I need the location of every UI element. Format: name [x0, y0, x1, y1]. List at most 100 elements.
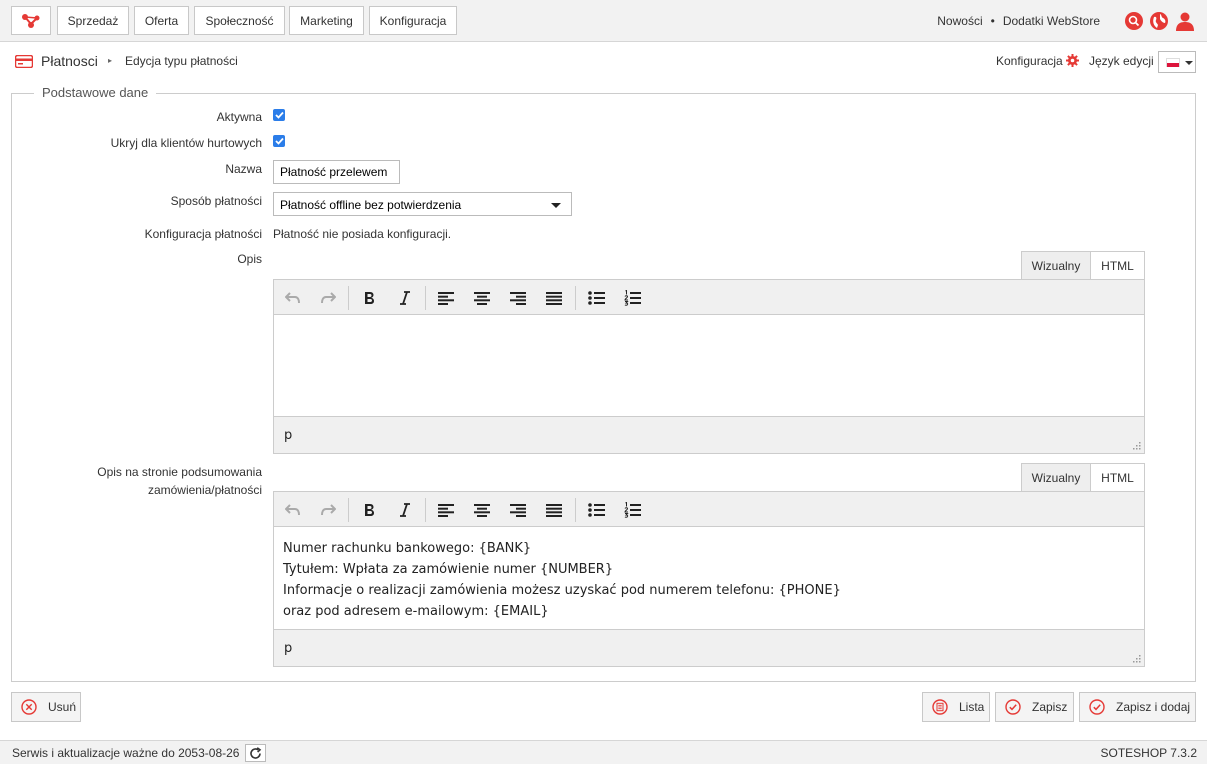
news-link[interactable]: Nowości	[937, 14, 982, 28]
payment-card-icon	[15, 55, 33, 68]
globe-icon[interactable]	[1149, 11, 1169, 31]
configuration-link[interactable]: Konfiguracja	[996, 54, 1063, 68]
refresh-icon	[250, 746, 262, 759]
summary-content[interactable]: Numer rachunku bankowego: {BANK} Tytułem…	[274, 528, 1144, 628]
toolbar-divider	[348, 286, 349, 310]
bold-button[interactable]	[359, 500, 379, 520]
active-checkbox[interactable]	[273, 109, 285, 121]
align-left-button[interactable]	[436, 500, 456, 520]
nav-community[interactable]: Społeczność	[194, 6, 285, 35]
save-and-add-button[interactable]: Zapisz i dodaj	[1079, 692, 1196, 722]
element-path[interactable]: p	[284, 428, 292, 443]
breadcrumb-section[interactable]: Płatnosci	[41, 53, 98, 69]
breadcrumb-current: Edycja typu płatności	[125, 54, 238, 68]
content-line: oraz pod adresem e-mailowym: {EMAIL}	[283, 604, 549, 619]
footer: Serwis i aktualizacje ważne do 2053-08-2…	[0, 740, 1207, 764]
align-center-button[interactable]	[472, 288, 492, 308]
numbered-list-button[interactable]	[622, 288, 642, 308]
payment-method-label: Sposób płatności	[170, 194, 262, 208]
element-path[interactable]: p	[284, 641, 292, 656]
toolbar-divider	[348, 498, 349, 522]
caret-down-icon	[551, 203, 561, 208]
numbered-list-button[interactable]	[622, 500, 642, 520]
payment-method-select[interactable]: Płatność offline bez potwierdzenia	[273, 192, 572, 216]
list-button[interactable]: Lista	[922, 692, 990, 722]
numbered-list-icon	[623, 290, 641, 306]
caret-down-icon	[1185, 61, 1193, 65]
undo-button[interactable]	[283, 500, 303, 520]
save-and-add-label: Zapisz i dodaj	[1116, 700, 1191, 714]
editor-statusbar: p	[274, 629, 1144, 666]
nav-configuration[interactable]: Konfiguracja	[369, 6, 457, 35]
toolbar-divider	[575, 498, 576, 522]
italic-icon	[400, 291, 410, 305]
description-editor: p	[273, 279, 1145, 454]
bold-button[interactable]	[359, 288, 379, 308]
editor-toolbar	[274, 280, 1144, 315]
tab-visual[interactable]: Wizualny	[1021, 251, 1091, 280]
italic-button[interactable]	[395, 500, 415, 520]
description-content[interactable]	[274, 316, 1144, 416]
name-input[interactable]	[273, 160, 400, 184]
list-icon	[932, 699, 948, 715]
editor-statusbar: p	[274, 416, 1144, 453]
align-justify-button[interactable]	[544, 288, 564, 308]
align-left-button[interactable]	[436, 288, 456, 308]
bullet-list-button[interactable]	[586, 500, 606, 520]
user-icon[interactable]	[1175, 11, 1195, 31]
summary-label-line: Opis na stronie podsumowania	[97, 465, 262, 479]
gear-icon[interactable]	[1066, 54, 1079, 67]
align-justify-button[interactable]	[544, 500, 564, 520]
tab-html[interactable]: HTML	[1090, 251, 1145, 280]
align-center-button[interactable]	[472, 500, 492, 520]
align-right-button[interactable]	[508, 500, 528, 520]
undo-icon	[285, 504, 300, 516]
bold-icon	[365, 292, 374, 304]
delete-label: Usuń	[48, 700, 77, 714]
redo-icon	[321, 292, 336, 304]
toolbar-divider	[425, 286, 426, 310]
bullet-list-button[interactable]	[586, 288, 606, 308]
align-right-icon	[510, 503, 526, 517]
addons-link[interactable]: Dodatki WebStore	[1003, 14, 1100, 28]
content-line: Informacje o realizacji zamówienia możes…	[283, 583, 841, 598]
numbered-list-icon	[623, 502, 641, 518]
undo-button[interactable]	[283, 288, 303, 308]
align-right-button[interactable]	[508, 288, 528, 308]
summary-label-line: zamówienia/płatności	[147, 483, 262, 497]
top-links: Nowości • Dodatki WebStore	[937, 14, 1100, 28]
logo-button[interactable]	[11, 6, 51, 35]
content-line: Numer rachunku bankowego: {BANK}	[283, 541, 532, 556]
redo-button[interactable]	[318, 288, 338, 308]
payment-config-label: Konfiguracja płatności	[144, 227, 262, 241]
list-label: Lista	[959, 700, 985, 714]
redo-button[interactable]	[318, 500, 338, 520]
breadcrumb-separator: ▸	[108, 56, 113, 65]
checkmark-circle-icon	[1005, 699, 1021, 715]
nav-sales[interactable]: Sprzedaż	[57, 6, 129, 35]
hide-wholesale-checkbox[interactable]	[273, 135, 285, 147]
breadcrumb: Płatnosci ▸ Edycja typu płatności Konfig…	[0, 42, 1207, 81]
summary-editor: Numer rachunku bankowego: {BANK} Tytułem…	[273, 491, 1145, 667]
save-label: Zapisz	[1032, 700, 1068, 714]
bullet-list-icon	[587, 291, 605, 305]
align-center-icon	[474, 503, 490, 517]
tab-html[interactable]: HTML	[1090, 463, 1145, 492]
content-line: Tytułem: Wpłata za zamówienie numer {NUM…	[283, 562, 614, 577]
language-label: Język edycji	[1089, 54, 1154, 68]
tab-visual[interactable]: Wizualny	[1021, 463, 1091, 492]
delete-icon	[21, 699, 37, 715]
redo-icon	[321, 504, 336, 516]
resize-grip-icon[interactable]	[1132, 441, 1141, 450]
search-icon[interactable]	[1124, 11, 1144, 31]
description-label: Opis	[237, 252, 262, 266]
nav-marketing[interactable]: Marketing	[289, 6, 364, 35]
italic-button[interactable]	[395, 288, 415, 308]
save-button[interactable]: Zapisz	[995, 692, 1074, 722]
refresh-button[interactable]	[245, 744, 266, 762]
nav-offer[interactable]: Oferta	[134, 6, 189, 35]
resize-grip-icon[interactable]	[1132, 654, 1141, 663]
bold-icon	[365, 504, 374, 516]
delete-button[interactable]: Usuń	[11, 692, 81, 722]
language-select[interactable]	[1158, 51, 1196, 73]
